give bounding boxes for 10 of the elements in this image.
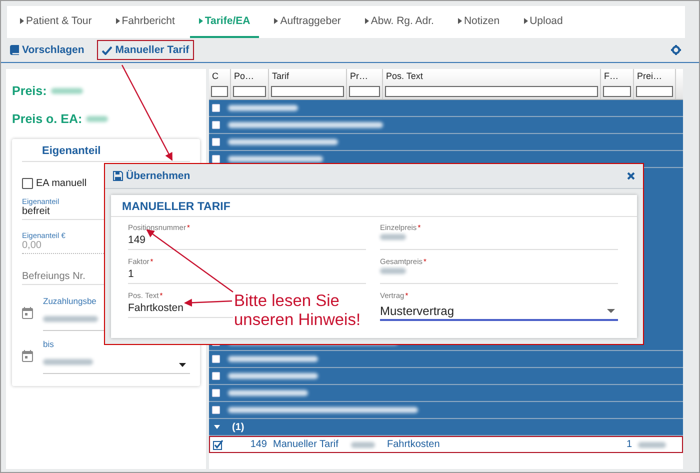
table-cell: 1 <box>626 439 632 450</box>
price-label: Preis o. EA: <box>12 112 82 126</box>
callout-text: Bitte lesen Sie unseren Hinweis! <box>234 292 362 330</box>
table-cell: 149 <box>250 439 267 450</box>
table-cell: Manueller Tarif <box>273 439 338 450</box>
table-cell: Fahrtkosten <box>387 439 440 450</box>
checkbox-label: EA manuell <box>36 178 87 189</box>
card-title: Eigenanteil <box>22 143 190 162</box>
price-label: Preis: <box>12 84 47 98</box>
section-title: MANUELLER TARIF <box>111 195 637 217</box>
